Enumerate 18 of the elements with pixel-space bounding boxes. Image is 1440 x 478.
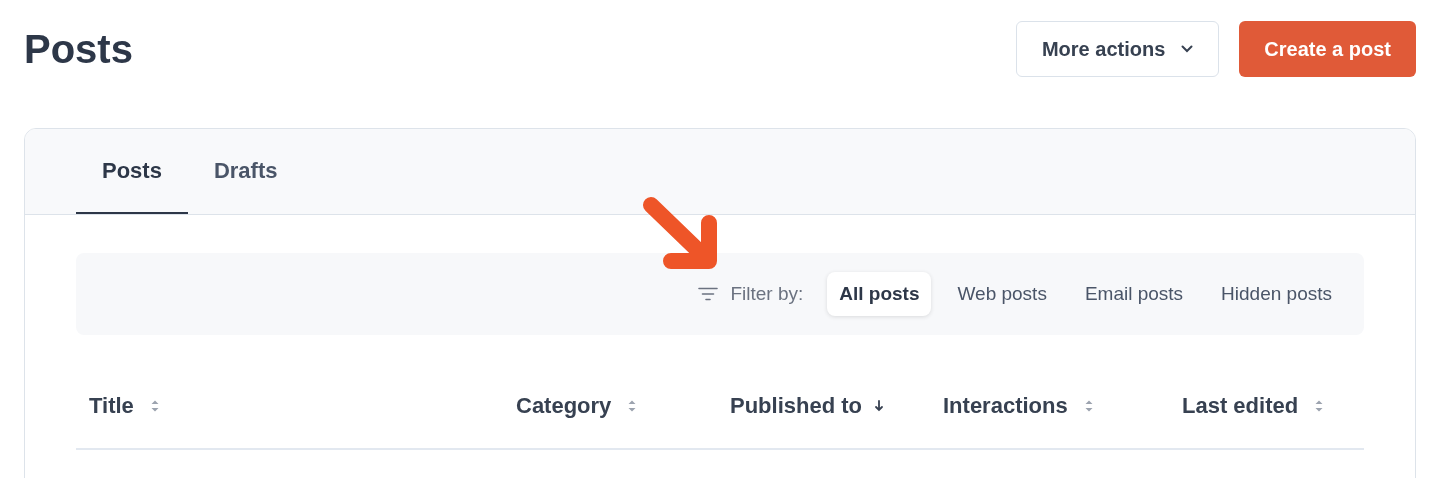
column-header[interactable]: Category: [516, 389, 612, 422]
tab[interactable]: Drafts: [187, 129, 304, 214]
page-title: Posts: [24, 26, 133, 73]
filter-option[interactable]: All posts: [827, 272, 932, 316]
filter-option[interactable]: Hidden posts: [1209, 272, 1344, 316]
filter-option[interactable]: Email posts: [1072, 272, 1196, 316]
column-header[interactable]: Published to: [730, 389, 862, 422]
column-header[interactable]: Interactions: [943, 389, 1068, 422]
chevron-down-icon: [1181, 45, 1194, 53]
pointer-arrow-icon: [641, 195, 719, 271]
create-post-button[interactable]: Create a post: [1239, 21, 1416, 77]
filter-icon: [698, 287, 719, 301]
filter-option[interactable]: Web posts: [945, 272, 1059, 316]
column-header[interactable]: Title: [89, 389, 134, 422]
more-actions-button[interactable]: More actions: [1015, 21, 1220, 77]
tab[interactable]: Posts: [76, 129, 188, 214]
column-header[interactable]: Last edited: [1182, 389, 1299, 422]
filter-label: Filter by:: [730, 281, 804, 306]
